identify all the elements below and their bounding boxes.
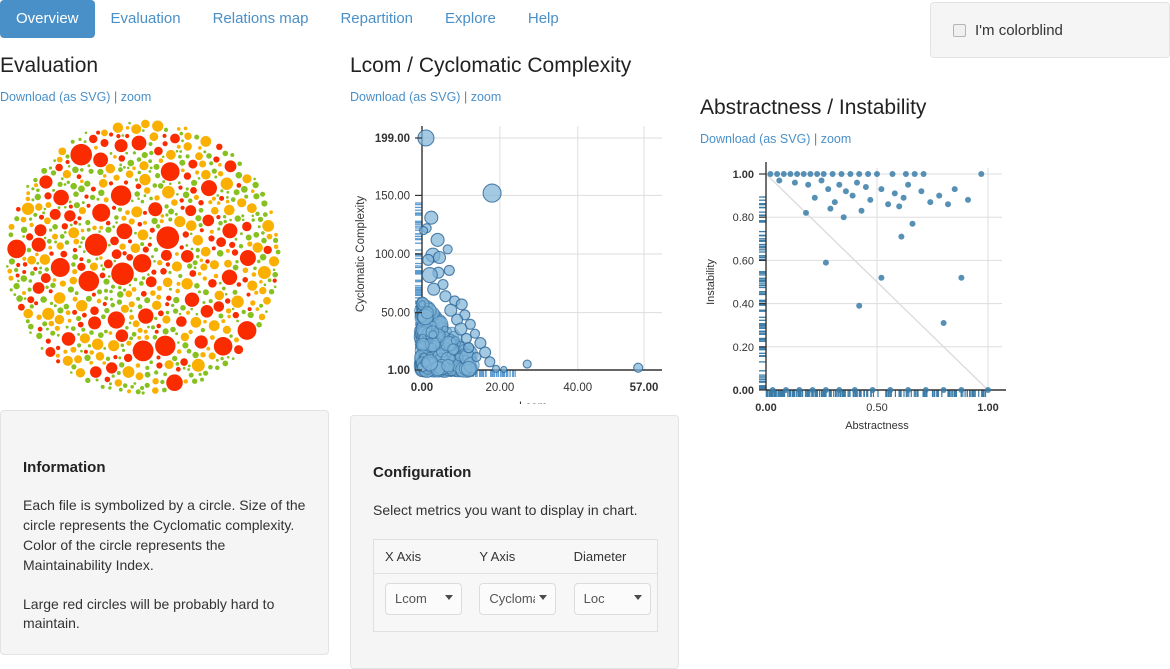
- evaluation-title: Evaluation: [0, 54, 99, 77]
- nav-tab-overview[interactable]: Overview: [0, 0, 95, 38]
- evaluation-section: Evaluation Download (as SVG) | zoom: [0, 54, 340, 402]
- configuration-heading: Configuration: [373, 464, 472, 481]
- configuration-card: Configuration Select metrics you want to…: [350, 415, 679, 669]
- information-card: Information Each file is symbolized by a…: [0, 410, 329, 655]
- lcom-chart[interactable]: 1.00 50.00 100.00 150.00 199.00 0.00 20.00 40.0…: [350, 114, 690, 404]
- link-separator: |: [813, 132, 818, 146]
- chevron-down-icon: [445, 594, 453, 600]
- abstractness-links: Download (as SVG) | zoom: [700, 132, 1040, 146]
- table-header-row: X Axis Y Axis Diameter: [373, 539, 658, 574]
- colorblind-panel: I'm colorblind: [930, 2, 1170, 58]
- diameter-select[interactable]: Loc: [573, 582, 651, 615]
- svg-text:Abstractness: Abstractness: [845, 420, 909, 432]
- svg-text:0.00: 0.00: [411, 382, 433, 394]
- configuration-body: Configuration Select metrics you want to…: [351, 416, 678, 632]
- y-axis-select[interactable]: Cyclomatic Complexity: [479, 582, 557, 615]
- nav-tab-evaluation[interactable]: Evaluation: [95, 0, 197, 38]
- link-separator: |: [113, 90, 118, 104]
- column-header-x-axis: X Axis: [373, 539, 469, 574]
- information-body: Information Each file is symbolized by a…: [1, 411, 328, 634]
- svg-text:199.00: 199.00: [375, 133, 410, 145]
- svg-text:Lcom: Lcom: [519, 401, 547, 404]
- svg-text:150.00: 150.00: [375, 190, 410, 202]
- link-separator: |: [463, 90, 468, 104]
- svg-text:40.00: 40.00: [563, 382, 592, 394]
- lcom-scatter-svg: 1.00 50.00 100.00 150.00 199.00 0.00 20.00 40.0…: [355, 126, 662, 404]
- abstractness-scatter-svg: 0.00 0.20 0.40 0.60 0.80 1.00 0.00 0.50 1.00 Abst…: [705, 162, 1006, 432]
- lcom-title: Lcom / Cyclomatic Complexity: [350, 54, 632, 77]
- svg-text:0.00: 0.00: [755, 402, 776, 414]
- configuration-table-head: X Axis Y Axis Diameter: [373, 539, 658, 574]
- x-axis-select-value: Lcom: [395, 590, 427, 606]
- svg-text:0.50: 0.50: [866, 402, 887, 414]
- configuration-description: Select metrics you want to display in ch…: [373, 502, 638, 518]
- abstractness-section: Abstractness / Instability Download (as …: [700, 96, 1040, 446]
- svg-text:Instability: Instability: [705, 259, 717, 305]
- circle-pack-chart[interactable]: [0, 112, 300, 402]
- svg-text:0.20: 0.20: [733, 342, 754, 354]
- circle-pack-svg: [6, 119, 281, 395]
- column-header-diameter: Diameter: [562, 539, 658, 574]
- abstractness-download-link[interactable]: Download (as SVG): [700, 132, 810, 146]
- nav-tab-help[interactable]: Help: [512, 0, 575, 38]
- lcom-links: Download (as SVG) | zoom: [350, 90, 690, 104]
- information-heading: Information: [23, 459, 106, 476]
- evaluation-download-link[interactable]: Download (as SVG): [0, 90, 110, 104]
- svg-text:57.00: 57.00: [630, 382, 659, 394]
- svg-text:0.00: 0.00: [733, 385, 754, 397]
- nav-tab-repartition[interactable]: Repartition: [324, 0, 429, 38]
- cell-x-axis: Lcom: [374, 573, 469, 631]
- cell-y-axis: Cyclomatic Complexity: [468, 573, 562, 631]
- diameter-select-value: Loc: [583, 590, 605, 606]
- information-paragraph-1: Each file is symbolized by a circle. Siz…: [23, 497, 306, 573]
- svg-text:0.80: 0.80: [733, 212, 754, 224]
- svg-text:0.60: 0.60: [733, 255, 754, 267]
- cell-diameter: Loc: [563, 573, 658, 631]
- colorblind-control[interactable]: I'm colorblind: [931, 22, 1063, 39]
- svg-text:1.00: 1.00: [977, 402, 998, 414]
- table-row: Lcom Cyclomatic Complexity: [374, 573, 658, 631]
- svg-text:20.00: 20.00: [486, 382, 515, 394]
- abstractness-chart[interactable]: 0.00 0.20 0.40 0.60 0.80 1.00 0.00 0.50 1.00 Abst…: [700, 156, 1040, 446]
- evaluation-links: Download (as SVG) | zoom: [0, 90, 340, 104]
- lcom-section: Lcom / Cyclomatic Complexity Download (a…: [350, 54, 690, 404]
- column-header-y-axis: Y Axis: [468, 539, 563, 574]
- evaluation-zoom-link[interactable]: zoom: [121, 90, 152, 104]
- svg-text:100.00: 100.00: [375, 249, 410, 261]
- svg-text:Cyclomatic Complexity: Cyclomatic Complexity: [355, 196, 367, 313]
- overview-page: Overview Evaluation Relations map Repart…: [0, 0, 1170, 669]
- configuration-table-body: Lcom Cyclomatic Complexity: [374, 573, 658, 631]
- configuration-table: X Axis Y Axis Diameter Lcom Cyclom Loc: [373, 538, 658, 632]
- colorblind-checkbox[interactable]: [953, 23, 966, 37]
- chevron-down-icon: [633, 594, 642, 600]
- x-axis-select[interactable]: Lcom: [385, 582, 462, 615]
- information-paragraph-2: Large red circles will be probably hard …: [23, 595, 275, 632]
- lcom-download-link[interactable]: Download (as SVG): [350, 90, 460, 104]
- nav-tab-relations-map[interactable]: Relations map: [197, 0, 325, 38]
- chevron-down-icon: [539, 594, 548, 600]
- svg-text:0.40: 0.40: [733, 299, 754, 311]
- nav-tab-explore[interactable]: Explore: [429, 0, 512, 38]
- abstractness-zoom-link[interactable]: zoom: [821, 132, 852, 146]
- y-axis-select-value: Cyclomatic Complexity: [489, 590, 535, 606]
- svg-text:50.00: 50.00: [381, 308, 410, 320]
- svg-text:1.00: 1.00: [388, 365, 410, 377]
- svg-text:1.00: 1.00: [733, 169, 754, 181]
- abstractness-title: Abstractness / Instability: [700, 96, 927, 119]
- lcom-zoom-link[interactable]: zoom: [471, 90, 502, 104]
- colorblind-label: I'm colorblind: [975, 21, 1063, 39]
